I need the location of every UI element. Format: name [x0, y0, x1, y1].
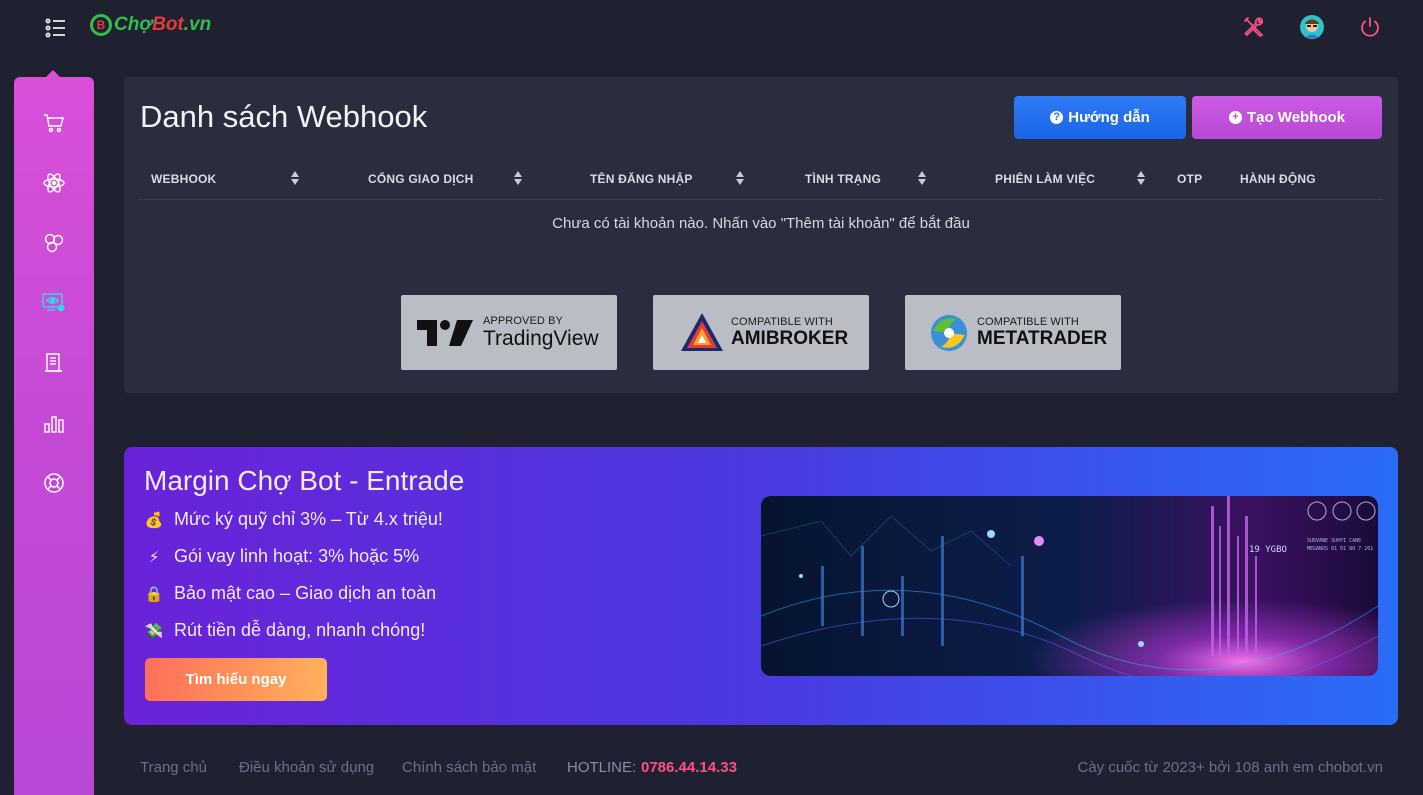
- promo-banner: Margin Chợ Bot - Entrade 💰 Mức ký quỹ ch…: [124, 447, 1398, 725]
- sort-username-icon[interactable]: [735, 170, 745, 186]
- learn-more-button[interactable]: Tìm hiểu ngay: [145, 658, 327, 701]
- sort-webhook-icon[interactable]: [290, 170, 300, 186]
- lightning-icon: ⚡: [148, 548, 160, 566]
- logo-text-vn: .vn: [183, 14, 212, 35]
- footer-credit: Cày cuốc từ 2023+ bởi 108 anh em chobot.…: [1077, 759, 1384, 776]
- receipt-icon: [45, 353, 62, 372]
- sidebar: [14, 77, 94, 795]
- column-header-gateway[interactable]: CỔNG GIAO DỊCH: [368, 172, 473, 186]
- sort-gateway-icon[interactable]: [513, 170, 523, 186]
- promo-image-text-1: 19 YGBO: [1249, 545, 1287, 555]
- footer-link-privacy[interactable]: Chính sách bảo mật: [402, 759, 536, 776]
- sidebar-item-shop[interactable]: [14, 103, 94, 143]
- top-bar: B Chợ Bot .vn: [0, 0, 1423, 56]
- tradingview-logo-icon: [417, 319, 473, 346]
- sidebar-item-reports[interactable]: [14, 403, 94, 443]
- lifebuoy-icon: [44, 473, 64, 493]
- amibroker-logo-icon: [681, 312, 723, 351]
- amibroker-badge: COMPATIBLE WITH AMIBROKER: [653, 295, 869, 370]
- user-avatar-icon[interactable]: [1299, 14, 1325, 40]
- sidebar-item-support[interactable]: [14, 463, 94, 503]
- footer-hotline-number[interactable]: 0786.44.14.33: [641, 759, 737, 776]
- guide-button-label: Hướng dẫn: [1068, 109, 1150, 126]
- promo-image-text-3: MEGANOS 01 01 80 7 201: [1307, 546, 1373, 552]
- sidebar-item-orders[interactable]: [14, 343, 94, 383]
- guide-button[interactable]: ? Hướng dẫn: [1014, 96, 1186, 139]
- metatrader-badge-big: METATRADER: [977, 327, 1108, 349]
- circles-icon: [44, 233, 64, 253]
- column-header-actions: HÀNH ĐỘNG: [1240, 172, 1316, 186]
- menu-list-icon[interactable]: [44, 16, 68, 40]
- plus-circle-icon: +: [1228, 111, 1242, 124]
- flying-money-icon: 💸: [144, 622, 164, 640]
- table-header: WEBHOOK CỔNG GIAO DỊCH TÊN ĐĂNG NHẬP TÌN…: [139, 164, 1383, 200]
- promo-line-text: Rút tiền dễ dàng, nhanh chóng!: [174, 620, 426, 640]
- footer: Trang chủ Điều khoản sử dụng Chính sách …: [140, 759, 1383, 779]
- promo-line-deposit: 💰 Mức ký quỹ chỉ 3% – Từ 4.x triệu!: [144, 509, 443, 530]
- atom-icon: [43, 173, 65, 193]
- logo-text-cho: Chợ: [114, 14, 153, 35]
- promo-image[interactable]: 19 YGBO SUDVANE SUPPI CANE MEGANOS 01 01…: [761, 496, 1378, 676]
- sidebar-item-bots[interactable]: [14, 163, 94, 203]
- promo-line-loan: ⚡ Gói vay linh hoạt: 3% hoặc 5%: [144, 546, 419, 567]
- eye-monitor-icon: [42, 293, 65, 312]
- sidebar-notch: [46, 70, 60, 77]
- promo-image-text-2: SUDVANE SUPPI CANE: [1307, 538, 1361, 544]
- column-header-session[interactable]: PHIÊN LÀM VIỆC: [995, 172, 1095, 186]
- column-header-username[interactable]: TÊN ĐĂNG NHẬP: [590, 172, 693, 186]
- sidebar-item-webhook[interactable]: [14, 283, 94, 323]
- cart-icon: [44, 114, 64, 133]
- create-webhook-button[interactable]: + Tạo Webhook: [1192, 96, 1382, 139]
- money-bag-icon: 💰: [144, 511, 164, 529]
- column-header-otp: OTP: [1177, 172, 1203, 186]
- promo-title: Margin Chợ Bot - Entrade: [144, 465, 465, 496]
- promo-line-withdraw: 💸 Rút tiền dễ dàng, nhanh chóng!: [144, 620, 426, 641]
- logo-badge-icon: B: [90, 14, 112, 36]
- empty-table-message: Chưa có tài khoản nào. Nhấn vào "Thêm tà…: [552, 215, 970, 232]
- amibroker-badge-small: COMPATIBLE WITH: [731, 315, 833, 328]
- question-circle-icon: ?: [1050, 111, 1064, 124]
- bar-chart-icon: [44, 416, 64, 433]
- sort-status-icon[interactable]: [917, 170, 927, 186]
- column-header-status[interactable]: TÌNH TRẠNG: [805, 172, 881, 186]
- page-title: Danh sách Webhook: [140, 99, 428, 134]
- metatrader-badge: COMPATIBLE WITH METATRADER: [905, 295, 1121, 370]
- tools-icon[interactable]: [1241, 14, 1267, 40]
- lock-icon: 🔒: [144, 585, 164, 603]
- footer-link-terms[interactable]: Điều khoản sử dụng: [239, 759, 374, 776]
- power-icon[interactable]: [1357, 14, 1383, 40]
- tradingview-badge: APPROVED BY TradingView: [401, 295, 617, 370]
- sort-session-icon[interactable]: [1136, 170, 1146, 186]
- promo-line-security: 🔒 Bảo mật cao – Giao dịch an toàn: [144, 583, 437, 604]
- logo[interactable]: B Chợ Bot .vn: [90, 14, 211, 36]
- tradingview-badge-big: TradingView: [483, 326, 599, 350]
- footer-hotline-label: HOTLINE:: [567, 759, 637, 776]
- footer-link-home[interactable]: Trang chủ: [140, 759, 207, 776]
- sidebar-item-strategies[interactable]: [14, 223, 94, 263]
- promo-line-text: Mức ký quỹ chỉ 3% – Từ 4.x triệu!: [174, 509, 443, 529]
- metatrader-badge-small: COMPATIBLE WITH: [977, 315, 1079, 328]
- create-webhook-button-label: Tạo Webhook: [1246, 109, 1346, 126]
- logo-text-bot: Bot: [152, 14, 184, 35]
- column-header-webhook[interactable]: WEBHOOK: [151, 172, 216, 186]
- tradingview-badge-small: APPROVED BY: [483, 314, 563, 327]
- amibroker-badge-big: AMIBROKER: [731, 327, 849, 349]
- webhook-card: Danh sách Webhook ? Hướng dẫn + Tạo Webh…: [124, 77, 1398, 393]
- promo-line-text: Bảo mật cao – Giao dịch an toàn: [174, 583, 437, 603]
- metatrader-logo-icon: [931, 314, 967, 351]
- promo-line-text: Gói vay linh hoạt: 3% hoặc 5%: [174, 546, 420, 566]
